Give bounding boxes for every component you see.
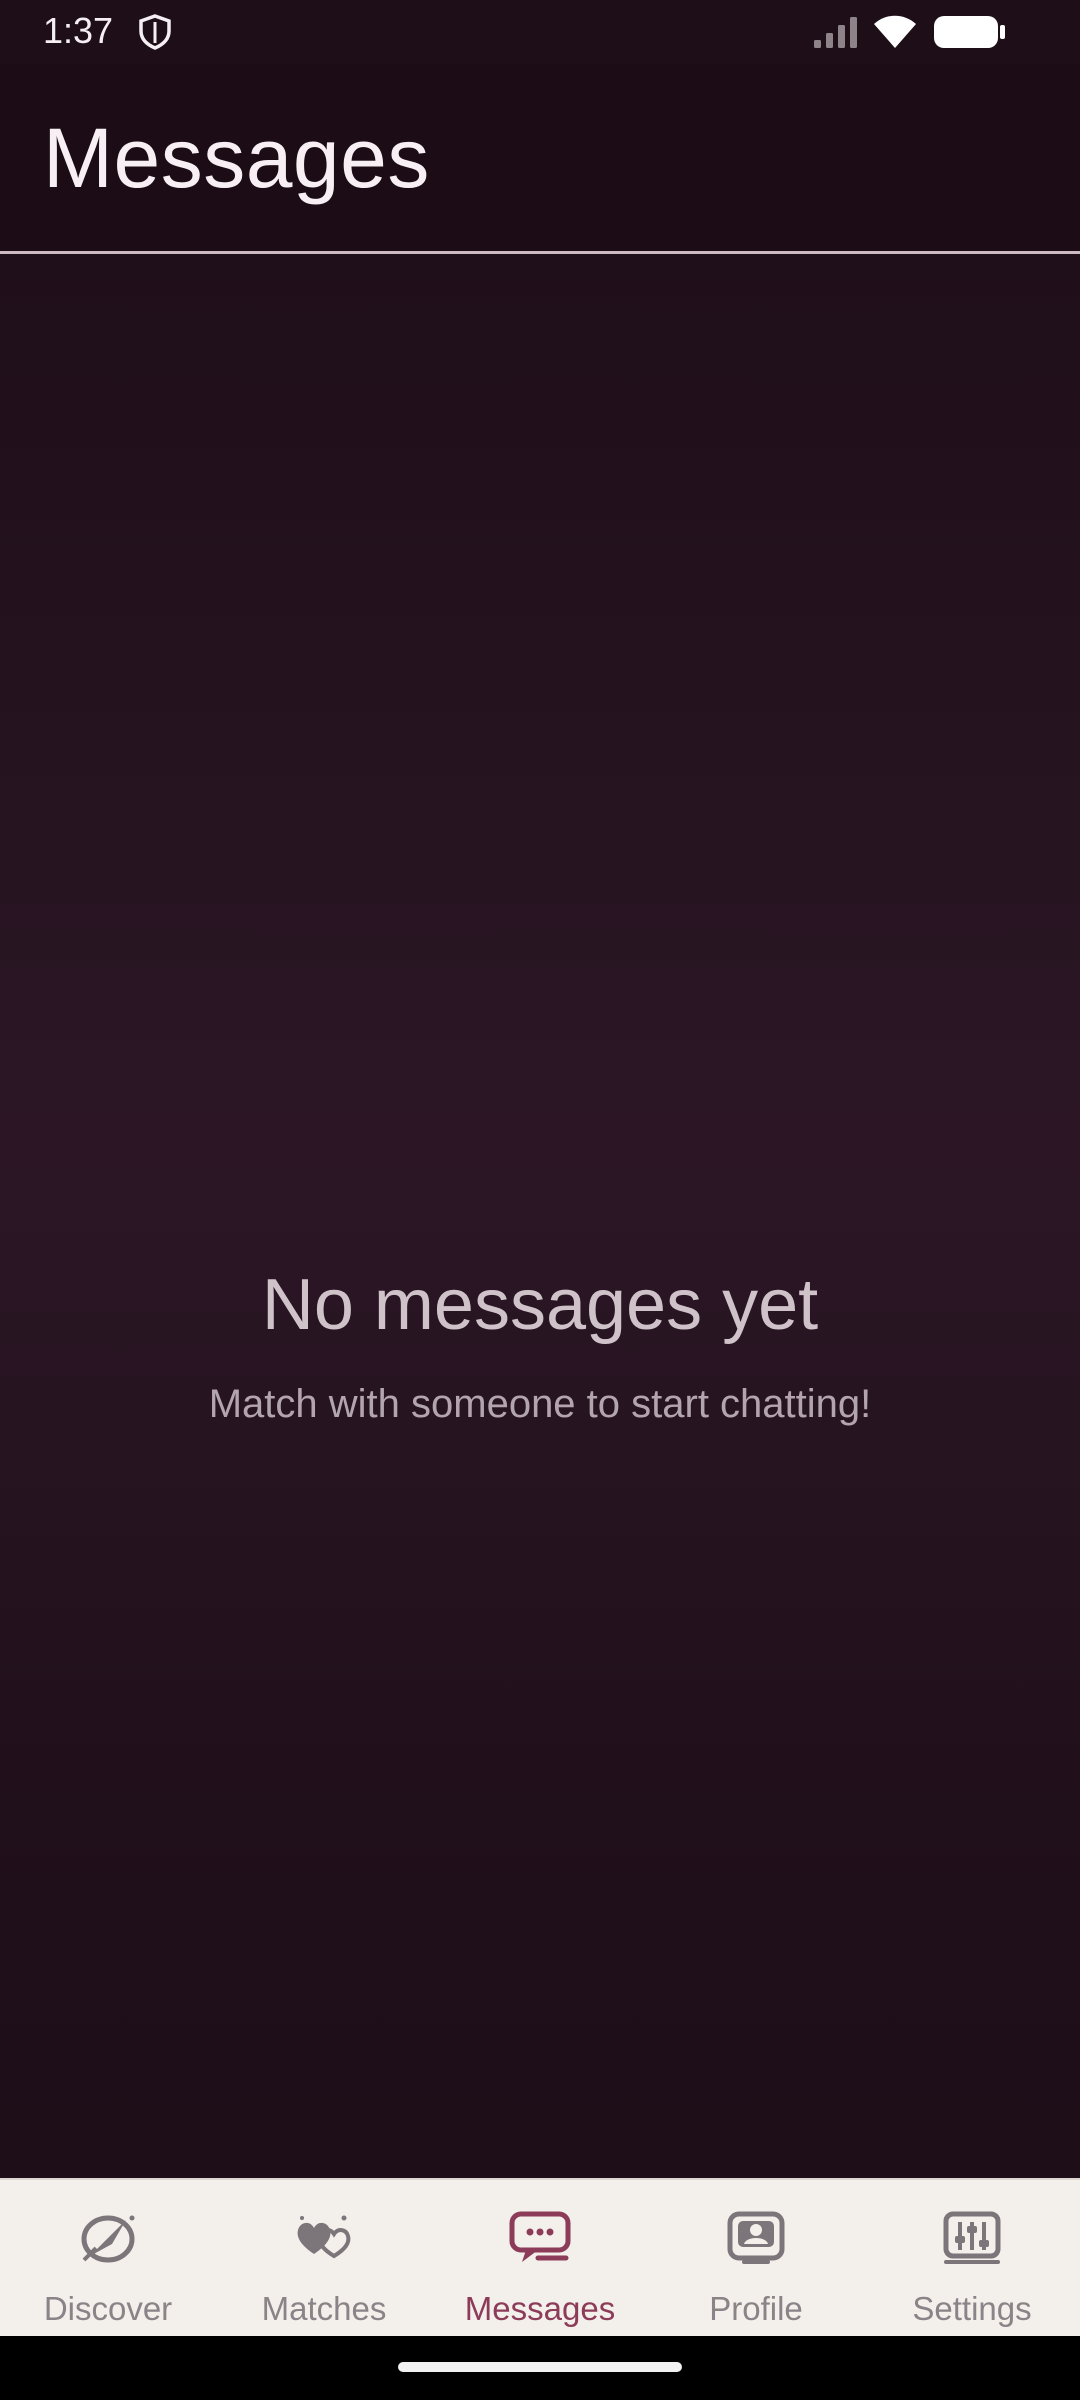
bottom-navigation: Discover Matches Messages Profile Settin… xyxy=(0,2178,1080,2336)
page-title: Messages xyxy=(43,111,430,205)
nav-label-matches: Matches xyxy=(261,2290,387,2327)
signal-icon xyxy=(814,17,857,48)
nav-item-discover[interactable]: Discover xyxy=(0,2180,216,2338)
battery-icon xyxy=(934,16,1005,48)
nav-item-settings[interactable]: Settings xyxy=(864,2180,1080,2338)
nav-item-matches[interactable]: Matches xyxy=(216,2180,432,2338)
nav-label-discover: Discover xyxy=(43,2290,173,2327)
empty-state-title: No messages yet xyxy=(261,1265,819,1345)
nav-label-messages: Messages xyxy=(464,2290,616,2327)
status-bar: 1:37 xyxy=(0,0,1080,64)
nav-item-profile[interactable]: Profile xyxy=(648,2180,864,2338)
messages-screen: 1:37 Messages No messages yet Match with… xyxy=(0,0,1080,2400)
compass-icon xyxy=(81,2215,135,2263)
wifi-icon xyxy=(874,15,916,48)
chat-bubble-icon xyxy=(509,2211,571,2262)
shield-icon xyxy=(139,14,171,50)
home-gesture-handle[interactable] xyxy=(398,2362,682,2372)
status-time: 1:37 xyxy=(43,10,114,51)
hearts-icon xyxy=(297,2215,351,2259)
system-gesture-area xyxy=(0,2336,1080,2400)
app-header: Messages xyxy=(0,64,1080,252)
messages-list-area: No messages yet Match with someone to st… xyxy=(0,254,1080,2178)
empty-state-subtitle: Match with someone to start chatting! xyxy=(208,1382,872,1426)
nav-label-settings: Settings xyxy=(912,2290,1032,2327)
profile-card-icon xyxy=(727,2211,785,2264)
sliders-icon xyxy=(943,2211,1001,2264)
nav-item-messages[interactable]: Messages xyxy=(432,2180,648,2338)
nav-label-profile: Profile xyxy=(709,2290,803,2327)
